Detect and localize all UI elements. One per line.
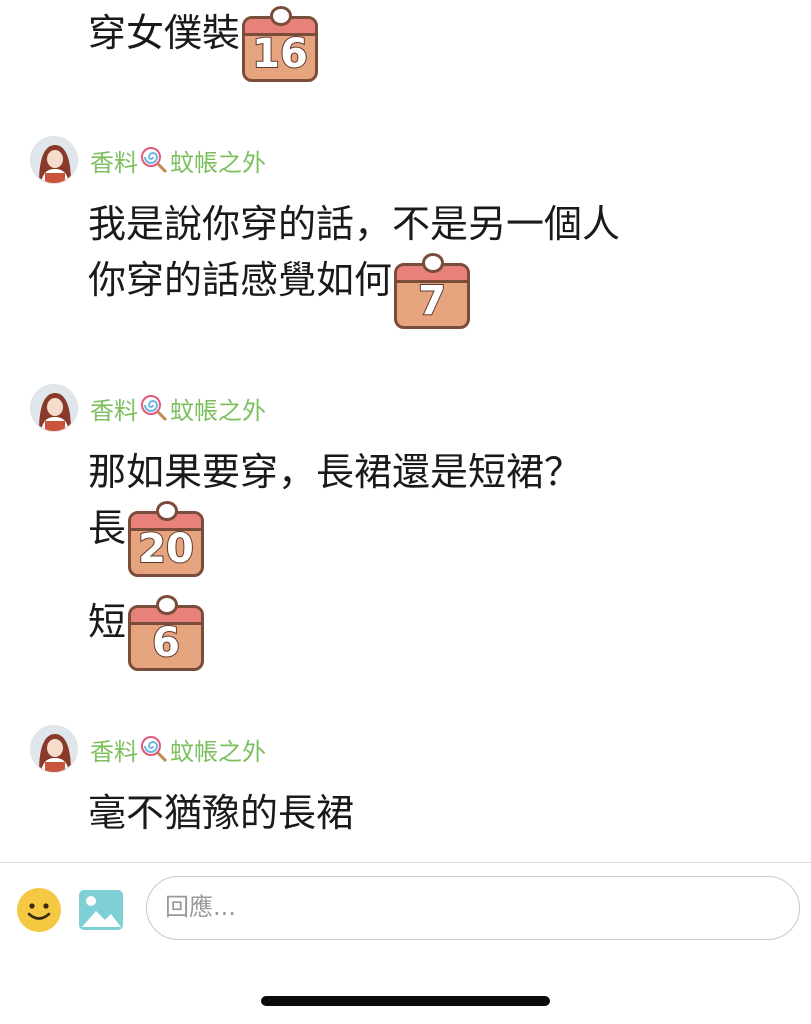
lollipop-icon <box>141 736 168 763</box>
message-line: 你穿的話感覺如何 7 <box>88 253 471 329</box>
avatar[interactable] <box>30 384 78 432</box>
message-text: 短 <box>88 600 127 644</box>
message-text: 長 <box>88 506 127 550</box>
calendar-icon: 6 <box>128 595 205 671</box>
message-line: 那如果要穿，長裙還是短裙？ <box>88 449 582 495</box>
message-line: 穿女僕裝 16 <box>88 6 319 82</box>
message-line: 短 6 <box>88 595 205 671</box>
author-name[interactable]: 香料 蚊帳之外 <box>90 732 266 767</box>
author-name[interactable]: 香料 蚊帳之外 <box>90 391 266 426</box>
author-name-prefix: 香料 <box>90 396 138 425</box>
author-name-suffix: 蚊帳之外 <box>170 148 266 177</box>
calendar-icon: 7 <box>394 253 471 329</box>
author-name[interactable]: 香料 蚊帳之外 <box>90 143 266 178</box>
lollipop-icon <box>141 147 168 174</box>
message-text: 我是說你穿的話，不是另一個人 <box>88 202 621 246</box>
author-name-prefix: 香料 <box>90 148 138 177</box>
avatar[interactable] <box>30 136 78 184</box>
reply-input[interactable]: 回應... <box>146 876 800 940</box>
author-name-prefix: 香料 <box>90 737 138 766</box>
reaction-count: 6 <box>151 620 181 666</box>
message-header: 香料 蚊帳之外 <box>30 384 266 432</box>
reaction-count: 20 <box>137 526 195 572</box>
message-line: 毫不猶豫的長裙 <box>88 790 354 836</box>
home-indicator[interactable] <box>261 996 550 1006</box>
message-text: 毫不猶豫的長裙 <box>88 791 355 835</box>
message-text: 那如果要穿，長裙還是短裙？ <box>88 450 583 494</box>
message-header: 香料 蚊帳之外 <box>30 725 266 773</box>
message-text: 你穿的話感覺如何 <box>88 258 393 302</box>
calendar-icon: 20 <box>128 501 205 577</box>
lollipop-icon <box>141 395 168 422</box>
author-name-suffix: 蚊帳之外 <box>170 737 266 766</box>
author-name-suffix: 蚊帳之外 <box>170 396 266 425</box>
reaction-count: 16 <box>251 31 309 77</box>
reaction-count: 7 <box>417 278 447 324</box>
message-header: 香料 蚊帳之外 <box>30 136 266 184</box>
message-line: 我是說你穿的話，不是另一個人 <box>88 201 620 247</box>
message-text: 穿女僕裝 <box>88 11 241 55</box>
divider <box>0 862 811 863</box>
calendar-icon: 16 <box>242 6 319 82</box>
message-line: 長 20 <box>88 501 205 577</box>
image-icon[interactable] <box>78 887 124 933</box>
smiley-icon[interactable] <box>16 887 62 933</box>
avatar[interactable] <box>30 725 78 773</box>
